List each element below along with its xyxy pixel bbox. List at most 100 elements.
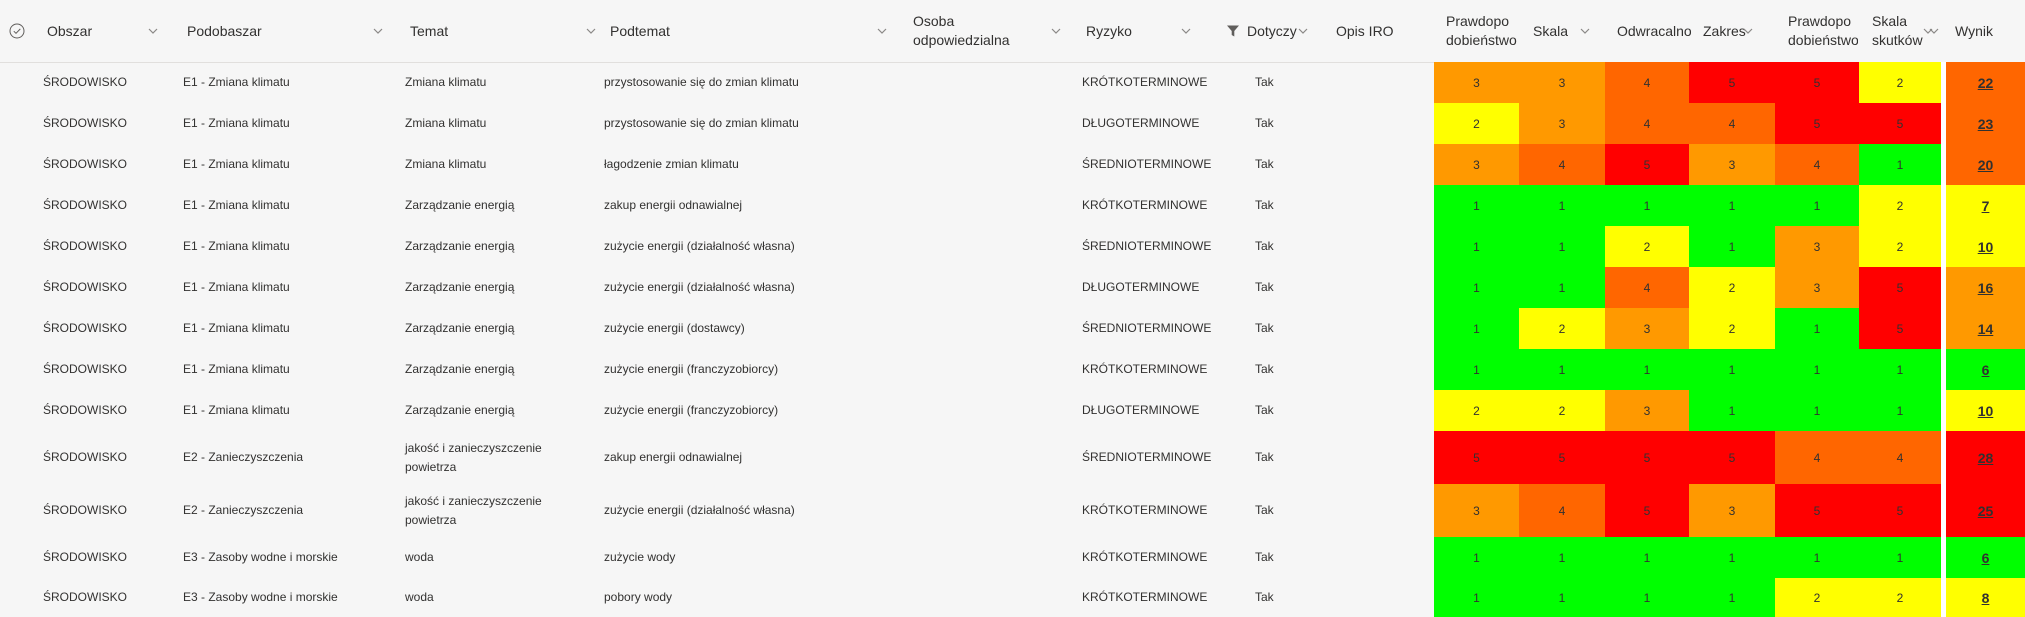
cell-opis[interactable]	[1336, 537, 1436, 578]
filter-icon[interactable]	[1226, 24, 1240, 43]
cell-osoba[interactable]	[905, 62, 1075, 103]
cell-osoba[interactable]	[905, 103, 1075, 144]
score-skala_skutkow[interactable]: 2	[1859, 578, 1941, 617]
table-row[interactable]: ŚRODOWISKO E1 - Zmiana klimatu Zmiana klim…	[0, 144, 2025, 185]
result-link[interactable]: 14	[1946, 308, 2025, 349]
cell-dotyczy[interactable]: Tak	[1255, 267, 1325, 308]
cell-podobszar[interactable]: E2 - Zanieczyszczenia	[183, 484, 383, 537]
cell-podobszar[interactable]: E2 - Zanieczyszczenia	[183, 431, 383, 484]
score-odwracalnosc[interactable]: 1	[1605, 349, 1689, 390]
cell-ryzyko[interactable]: DŁUGOTERMINOWE	[1082, 267, 1222, 308]
cell-dotyczy[interactable]: Tak	[1255, 226, 1325, 267]
score-odwracalnosc[interactable]: 1	[1605, 578, 1689, 617]
cell-podobszar[interactable]: E1 - Zmiana klimatu	[183, 308, 383, 349]
cell-osoba[interactable]	[905, 349, 1075, 390]
score-skala_skutkow[interactable]: 1	[1859, 349, 1941, 390]
score-prawdopodobienstwo2[interactable]: 2	[1775, 578, 1859, 617]
score-odwracalnosc[interactable]: 5	[1605, 144, 1689, 185]
header-prawdopodobienstwo[interactable]: Prawdopo dobieństwo	[1446, 0, 1524, 62]
result-link[interactable]: 23	[1946, 103, 2025, 144]
score-odwracalnosc[interactable]: 4	[1605, 103, 1689, 144]
cell-dotyczy[interactable]: Tak	[1255, 62, 1325, 103]
result-link[interactable]: 6	[1946, 537, 2025, 578]
score-skala[interactable]: 1	[1519, 226, 1605, 267]
cell-osoba[interactable]	[905, 185, 1075, 226]
score-skala[interactable]: 1	[1519, 349, 1605, 390]
cell-ryzyko[interactable]: KRÓTKOTERMINOWE	[1082, 484, 1222, 537]
result-link[interactable]: 20	[1946, 144, 2025, 185]
score-prawdopodobienstwo[interactable]: 1	[1434, 308, 1519, 349]
cell-podtemat[interactable]: łagodzenie zmian klimatu	[604, 144, 884, 185]
score-skala[interactable]: 4	[1519, 484, 1605, 537]
table-row[interactable]: ŚRODOWISKO E2 - Zanieczyszczenia jakość i …	[0, 484, 2025, 537]
chevron-down-icon[interactable]	[1180, 25, 1192, 37]
cell-osoba[interactable]	[905, 226, 1075, 267]
score-prawdopodobienstwo2[interactable]: 1	[1775, 537, 1859, 578]
cell-temat[interactable]: woda	[405, 537, 580, 578]
score-odwracalnosc[interactable]: 5	[1605, 431, 1689, 484]
score-odwracalnosc[interactable]: 1	[1605, 185, 1689, 226]
score-prawdopodobienstwo2[interactable]: 4	[1775, 144, 1859, 185]
score-prawdopodobienstwo2[interactable]: 3	[1775, 226, 1859, 267]
score-skala_skutkow[interactable]: 1	[1859, 144, 1941, 185]
select-all-checkbox[interactable]	[9, 23, 25, 39]
cell-obszar[interactable]: ŚRODOWISKO	[43, 349, 163, 390]
chevron-down-icon[interactable]	[585, 25, 597, 37]
cell-obszar[interactable]: ŚRODOWISKO	[43, 484, 163, 537]
score-skala_skutkow[interactable]: 4	[1859, 431, 1941, 484]
score-skala_skutkow[interactable]: 1	[1859, 537, 1941, 578]
score-prawdopodobienstwo[interactable]: 1	[1434, 349, 1519, 390]
cell-ryzyko[interactable]: DŁUGOTERMINOWE	[1082, 103, 1222, 144]
score-odwracalnosc[interactable]: 5	[1605, 484, 1689, 537]
score-zakres[interactable]: 1	[1689, 349, 1775, 390]
table-row[interactable]: ŚRODOWISKO E3 - Zasoby wodne i morskie wod…	[0, 537, 2025, 578]
result-link[interactable]: 8	[1946, 578, 2025, 617]
score-odwracalnosc[interactable]: 2	[1605, 226, 1689, 267]
cell-dotyczy[interactable]: Tak	[1255, 431, 1325, 484]
result-link[interactable]: 16	[1946, 267, 2025, 308]
score-zakres[interactable]: 5	[1689, 62, 1775, 103]
header-odwracalnosc[interactable]: Odwracalnoś	[1617, 0, 1691, 62]
cell-podtemat[interactable]: pobory wody	[604, 578, 884, 617]
score-zakres[interactable]: 1	[1689, 578, 1775, 617]
score-prawdopodobienstwo[interactable]: 3	[1434, 484, 1519, 537]
score-odwracalnosc[interactable]: 3	[1605, 308, 1689, 349]
chevron-down-icon[interactable]	[1928, 25, 1940, 37]
cell-dotyczy[interactable]: Tak	[1255, 578, 1325, 617]
chevron-down-icon[interactable]	[1742, 25, 1754, 37]
cell-podobszar[interactable]: E3 - Zasoby wodne i morskie	[183, 578, 383, 617]
cell-podtemat[interactable]: zakup energii odnawialnej	[604, 431, 884, 484]
score-skala[interactable]: 3	[1519, 103, 1605, 144]
cell-podtemat[interactable]: zużycie wody	[604, 537, 884, 578]
cell-podobszar[interactable]: E1 - Zmiana klimatu	[183, 226, 383, 267]
cell-ryzyko[interactable]: KRÓTKOTERMINOWE	[1082, 537, 1222, 578]
score-prawdopodobienstwo[interactable]: 1	[1434, 267, 1519, 308]
cell-podtemat[interactable]: zużycie energii (franczyzobiorcy)	[604, 390, 884, 431]
score-zakres[interactable]: 2	[1689, 308, 1775, 349]
score-skala[interactable]: 5	[1519, 431, 1605, 484]
cell-obszar[interactable]: ŚRODOWISKO	[43, 578, 163, 617]
table-row[interactable]: ŚRODOWISKO E1 - Zmiana klimatu Zmiana klim…	[0, 103, 2025, 144]
cell-temat[interactable]: jakość i zanieczyszczenie powietrza	[405, 431, 580, 484]
score-zakres[interactable]: 3	[1689, 144, 1775, 185]
score-zakres[interactable]: 2	[1689, 267, 1775, 308]
chevron-down-icon[interactable]	[372, 25, 384, 37]
cell-dotyczy[interactable]: Tak	[1255, 185, 1325, 226]
cell-ryzyko[interactable]: ŚREDNIOTERMINOWE	[1082, 431, 1222, 484]
cell-ryzyko[interactable]: ŚREDNIOTERMINOWE	[1082, 144, 1222, 185]
cell-podtemat[interactable]: przystosowanie się do zmian klimatu	[604, 62, 884, 103]
cell-opis[interactable]	[1336, 484, 1436, 537]
chevron-down-icon[interactable]	[876, 25, 888, 37]
cell-osoba[interactable]	[905, 308, 1075, 349]
cell-obszar[interactable]: ŚRODOWISKO	[43, 267, 163, 308]
score-prawdopodobienstwo[interactable]: 3	[1434, 144, 1519, 185]
score-odwracalnosc[interactable]: 1	[1605, 537, 1689, 578]
cell-temat[interactable]: Zarządzanie energią	[405, 349, 580, 390]
cell-obszar[interactable]: ŚRODOWISKO	[43, 390, 163, 431]
cell-podobszar[interactable]: E1 - Zmiana klimatu	[183, 185, 383, 226]
score-skala[interactable]: 3	[1519, 62, 1605, 103]
cell-osoba[interactable]	[905, 431, 1075, 484]
cell-osoba[interactable]	[905, 578, 1075, 617]
cell-podobszar[interactable]: E1 - Zmiana klimatu	[183, 103, 383, 144]
result-link[interactable]: 28	[1946, 431, 2025, 484]
